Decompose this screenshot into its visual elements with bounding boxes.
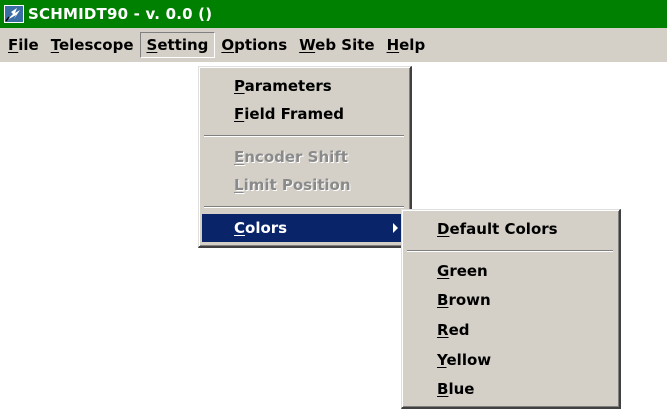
menu-item-encoder-shift-label: Encoder Shift (234, 148, 348, 166)
menu-item-green[interactable]: Green (405, 257, 615, 285)
menu-item-green-label: Green (437, 262, 488, 280)
menu-item-blue[interactable]: Blue (405, 375, 615, 403)
menu-item-parameters[interactable]: Parameters (202, 72, 406, 100)
menu-item-default-colors[interactable]: Default Colors (405, 215, 615, 243)
menu-item-colors[interactable]: Colors (202, 214, 406, 242)
menu-item-blue-label: Blue (437, 380, 475, 398)
title-bar: SCHMIDT90 - v. 0.0 () (0, 0, 667, 28)
menu-separator (204, 135, 404, 137)
menu-file-label: File (8, 36, 39, 54)
menu-help[interactable]: Help (381, 32, 432, 58)
menu-separator (407, 250, 613, 252)
menu-bar: File Telescope Setting Options Web Site … (0, 28, 667, 62)
menu-website-label: Web Site (299, 36, 375, 54)
menu-item-yellow-label: Yellow (437, 351, 492, 369)
menu-item-red[interactable]: Red (405, 316, 615, 344)
setting-dropdown: Parameters Field Framed Encoder Shift Li… (198, 66, 412, 248)
menu-telescope-label: Telescope (50, 36, 134, 54)
menu-help-label: Help (386, 36, 426, 54)
menu-website[interactable]: Web Site (293, 32, 380, 58)
app-logo-icon (4, 5, 24, 23)
menu-item-limit-position-label: Limit Position (234, 176, 351, 194)
menu-file[interactable]: File (2, 32, 45, 58)
menu-setting[interactable]: Setting (139, 32, 216, 58)
menu-telescope[interactable]: Telescope (45, 32, 140, 58)
menu-item-limit-position: Limit Position (202, 171, 406, 199)
menu-item-field-framed[interactable]: Field Framed (202, 100, 406, 128)
menu-setting-label: Setting (146, 36, 209, 54)
menu-separator (204, 206, 404, 208)
colors-submenu: Default Colors Green Brown Red Yellow Bl… (401, 209, 621, 409)
window-title: SCHMIDT90 - v. 0.0 () (28, 5, 213, 23)
menu-item-yellow[interactable]: Yellow (405, 346, 615, 374)
menu-item-encoder-shift: Encoder Shift (202, 143, 406, 171)
menu-options[interactable]: Options (215, 32, 293, 58)
menu-item-red-label: Red (437, 321, 470, 339)
menu-item-default-colors-label: Default Colors (437, 220, 558, 238)
menu-item-parameters-label: Parameters (234, 77, 332, 95)
menu-item-brown-label: Brown (437, 291, 491, 309)
submenu-arrow-icon (393, 223, 398, 233)
menu-item-colors-label: Colors (234, 219, 288, 237)
menu-options-label: Options (221, 36, 288, 54)
menu-item-brown[interactable]: Brown (405, 286, 615, 314)
menu-item-field-framed-label: Field Framed (234, 105, 345, 123)
